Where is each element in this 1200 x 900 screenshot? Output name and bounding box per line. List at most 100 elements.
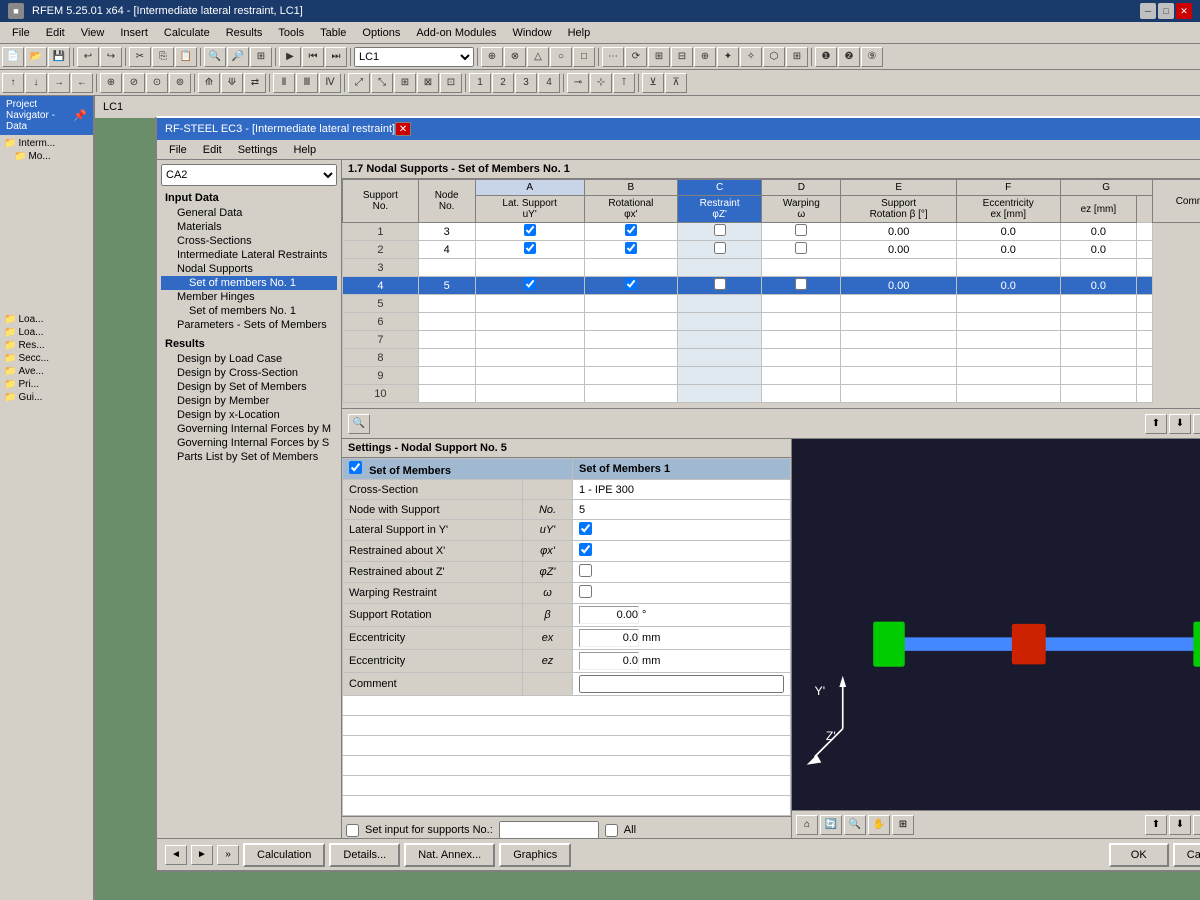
dialog-menu-help[interactable]: Help — [285, 143, 324, 157]
table-node-10[interactable] — [418, 385, 475, 403]
tree-parts-list[interactable]: Parts List by Set of Members — [161, 450, 337, 464]
table-node-6[interactable] — [418, 313, 475, 331]
tb2-btn20[interactable]: 1 — [469, 73, 491, 93]
beta-input[interactable] — [579, 606, 639, 624]
tb2-btn28[interactable]: ⊼ — [665, 73, 687, 93]
menu-file[interactable]: File — [4, 25, 38, 41]
table-comment-3[interactable] — [1137, 259, 1153, 277]
tb2-btn23[interactable]: 4 — [538, 73, 560, 93]
table-res-6[interactable] — [677, 313, 761, 331]
toolbar-zoom-in[interactable]: 🔍 — [204, 47, 226, 67]
maximize-btn[interactable]: □ — [1158, 3, 1174, 19]
toolbar-zoom-out[interactable]: 🔎 — [227, 47, 249, 67]
view-settings1[interactable]: ⊿ — [1193, 815, 1200, 835]
tree-design-member[interactable]: Design by Member — [161, 394, 337, 408]
table-lat-3[interactable] — [475, 259, 584, 277]
toolbar-undo[interactable]: ↩ — [77, 47, 99, 67]
tb2-btn3[interactable]: → — [48, 73, 70, 93]
nav-fwd-btn[interactable]: ► — [191, 845, 213, 865]
table-ex-6[interactable] — [956, 313, 1060, 331]
tb2-btn19[interactable]: ⊡ — [440, 73, 462, 93]
table-comment-7[interactable] — [1137, 331, 1153, 349]
rotz-val[interactable] — [573, 562, 791, 583]
table-rot-9[interactable] — [584, 367, 677, 385]
calculation-btn[interactable]: Calculation — [243, 843, 325, 867]
toolbar-btn15[interactable]: ⟳ — [625, 47, 647, 67]
table-beta-6[interactable] — [841, 313, 957, 331]
table-res-5[interactable] — [677, 295, 761, 313]
cancel-btn[interactable]: Cancel — [1173, 843, 1200, 867]
table-rot-7[interactable] — [584, 331, 677, 349]
toolbar-btn23[interactable]: ❶ — [815, 47, 837, 67]
nav-item-interm[interactable]: 📁 Interm... — [2, 137, 91, 150]
table-beta-1[interactable]: 0.00 — [841, 223, 957, 241]
nav-item-loa2[interactable]: 📁 Loa... — [2, 326, 91, 339]
table-res-9[interactable] — [677, 367, 761, 385]
table-ez-6[interactable] — [1060, 313, 1137, 331]
table-warp-10[interactable] — [762, 385, 841, 403]
table-res-2[interactable] — [677, 241, 761, 259]
toolbar-btn19[interactable]: ✦ — [717, 47, 739, 67]
table-beta-7[interactable] — [841, 331, 957, 349]
table-node-1[interactable]: 3 — [418, 223, 475, 241]
tree-intermediate-lateral[interactable]: Intermediate Lateral Restraints — [161, 248, 337, 262]
table-rot-8[interactable] — [584, 349, 677, 367]
tree-design-set-members[interactable]: Design by Set of Members — [161, 380, 337, 394]
table-comment-1[interactable] — [1137, 223, 1153, 241]
table-res-8[interactable] — [677, 349, 761, 367]
all-checkbox[interactable] — [605, 824, 618, 837]
dialog-menu-file[interactable]: File — [161, 143, 195, 157]
table-warp-7[interactable] — [762, 331, 841, 349]
tb2-btn24[interactable]: ⊸ — [567, 73, 589, 93]
dialog-close-btn[interactable]: ✕ — [395, 122, 411, 136]
ok-btn[interactable]: OK — [1109, 843, 1169, 867]
table-warp-6[interactable] — [762, 313, 841, 331]
tree-nodal-supports[interactable]: Nodal Supports — [161, 262, 337, 276]
toolbar-btn20[interactable]: ✧ — [740, 47, 762, 67]
toolbar-btn10[interactable]: ⊗ — [504, 47, 526, 67]
table-lat-9[interactable] — [475, 367, 584, 385]
toolbar-btn9[interactable]: ⊕ — [481, 47, 503, 67]
toolbar-btn22[interactable]: ⊞ — [786, 47, 808, 67]
table-rot-5[interactable] — [584, 295, 677, 313]
table-beta-4[interactable]: 0.00 — [841, 277, 957, 295]
table-rot-1[interactable] — [584, 223, 677, 241]
table-ex-8[interactable] — [956, 349, 1060, 367]
tree-member-hinges[interactable]: Member Hinges — [161, 290, 337, 304]
nav-item-res[interactable]: 📁 Res... — [2, 339, 91, 352]
nav-item-loa1[interactable]: 📁 Loa... — [2, 313, 91, 326]
warp-val[interactable] — [573, 583, 791, 604]
minimize-btn[interactable]: ─ — [1140, 3, 1156, 19]
table-res-7[interactable] — [677, 331, 761, 349]
beta-val[interactable]: ° — [573, 604, 791, 627]
view-zoom-icon[interactable]: 🔍 — [844, 815, 866, 835]
ez-val[interactable]: mm — [573, 650, 791, 673]
menu-edit[interactable]: Edit — [38, 25, 73, 41]
table-warp-1[interactable] — [762, 223, 841, 241]
table-warp-4[interactable] — [762, 277, 841, 295]
table-lat-5[interactable] — [475, 295, 584, 313]
nav-item-ave[interactable]: 📁 Ave... — [2, 365, 91, 378]
toolbar-new[interactable]: 📄 — [2, 47, 24, 67]
data-table-container[interactable]: SupportNo. NodeNo. A B C D E F G Comme — [342, 179, 1200, 409]
table-lat-10[interactable] — [475, 385, 584, 403]
view-export1[interactable]: ⬆ — [1145, 815, 1167, 835]
tb2-btn2[interactable]: ↓ — [25, 73, 47, 93]
menu-window[interactable]: Window — [504, 25, 559, 41]
tree-set-members-1[interactable]: Set of members No. 1 — [161, 276, 337, 290]
table-lat-6[interactable] — [475, 313, 584, 331]
tb2-btn7[interactable]: ⊙ — [146, 73, 168, 93]
menu-view[interactable]: View — [73, 25, 113, 41]
table-lat-1[interactable] — [475, 223, 584, 241]
toolbar-btn18[interactable]: ⊕ — [694, 47, 716, 67]
menu-tools[interactable]: Tools — [270, 25, 312, 41]
table-ez-1[interactable]: 0.0 — [1060, 223, 1137, 241]
table-ex-7[interactable] — [956, 331, 1060, 349]
menu-addon[interactable]: Add-on Modules — [408, 25, 504, 41]
rotx-checkbox[interactable] — [579, 543, 592, 556]
tree-design-x-location[interactable]: Design by x-Location — [161, 408, 337, 422]
toolbar-btn14[interactable]: ⋯ — [602, 47, 624, 67]
table-lat-4[interactable] — [475, 277, 584, 295]
table-ez-10[interactable] — [1060, 385, 1137, 403]
toolbar-btn4[interactable]: ⎘ — [152, 47, 174, 67]
